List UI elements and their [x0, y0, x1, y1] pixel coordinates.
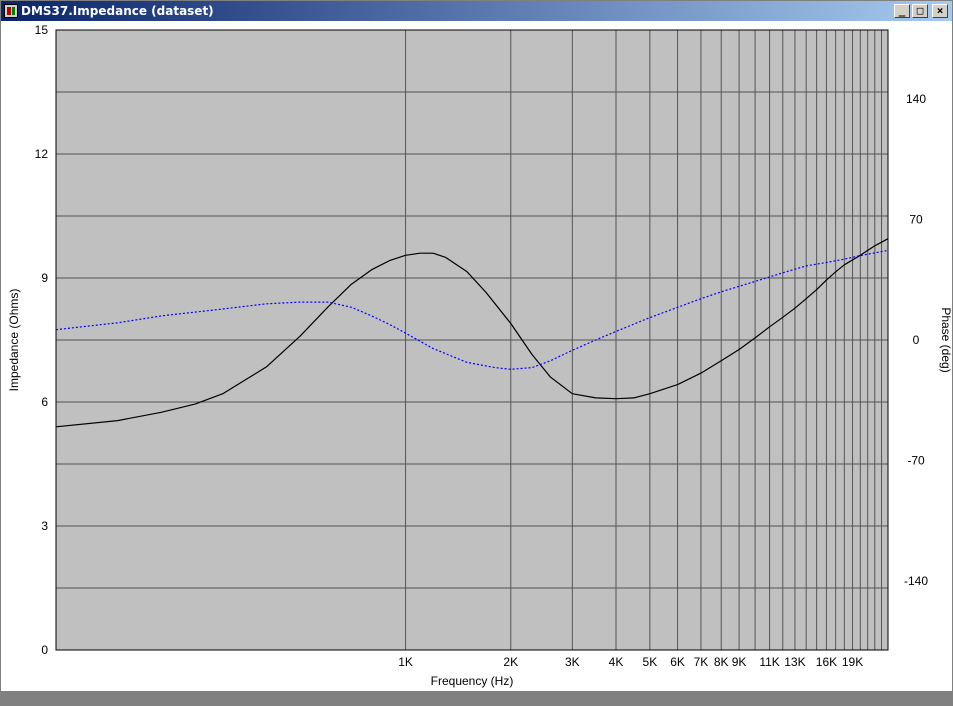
x-tick-label: 11K: [759, 655, 779, 669]
x-tick-label: 9K: [732, 655, 747, 669]
y2-axis-label: Phase (deg): [939, 307, 952, 372]
title-bar[interactable]: DMS37.Impedance (dataset) _ □ ×: [1, 1, 952, 21]
x-axis-label: Frequency (Hz): [431, 674, 514, 688]
y-tick-label: 9: [41, 271, 48, 285]
impedance-window: DMS37.Impedance (dataset) _ □ × 0 3 6 9 12 15…: [0, 0, 953, 692]
x-tick-label: 16K: [816, 655, 837, 669]
x-tick-label: 2K: [503, 655, 518, 669]
x-tick-label: 13K: [784, 655, 805, 669]
impedance-chart: 0 3 6 9 12 15 -140 -70 0 70 140 1K 2K 3K 4K 5K 6K 7K 8K 9K 1…: [7, 23, 953, 688]
x-tick-label: 19K: [842, 655, 863, 669]
x-tick-label: 7K: [694, 655, 709, 669]
window-title: DMS37.Impedance (dataset): [21, 4, 214, 18]
y2-tick-label: -70: [907, 454, 925, 468]
y2-tick-label: 0: [913, 333, 920, 347]
minimize-button[interactable]: _: [894, 4, 910, 18]
bottom-strip: [0, 692, 953, 706]
y-tick-label: 3: [41, 519, 48, 533]
y-tick-label: 0: [41, 643, 48, 657]
y-tick-label: 6: [41, 395, 48, 409]
y2-tick-label: -140: [904, 574, 928, 588]
x-tick-label: 6K: [670, 655, 685, 669]
y2-tick-label: 140: [906, 92, 926, 106]
maximize-button[interactable]: □: [912, 4, 928, 18]
y-tick-label: 12: [35, 147, 49, 161]
close-button[interactable]: ×: [932, 4, 948, 18]
x-tick-label: 4K: [609, 655, 624, 669]
app-icon[interactable]: [4, 4, 18, 18]
y2-tick-label: 70: [909, 212, 923, 226]
x-tick-label: 3K: [565, 655, 580, 669]
x-tick-label: 1K: [398, 655, 413, 669]
y-tick-label: 15: [35, 23, 49, 37]
x-tick-label: 5K: [643, 655, 658, 669]
x-tick-label: 8K: [714, 655, 729, 669]
chart-area: 0 3 6 9 12 15 -140 -70 0 70 140 1K 2K 3K 4K 5K 6K 7K 8K 9K 1…: [1, 21, 953, 691]
y-axis-label: Impedance (Ohms): [7, 289, 21, 392]
